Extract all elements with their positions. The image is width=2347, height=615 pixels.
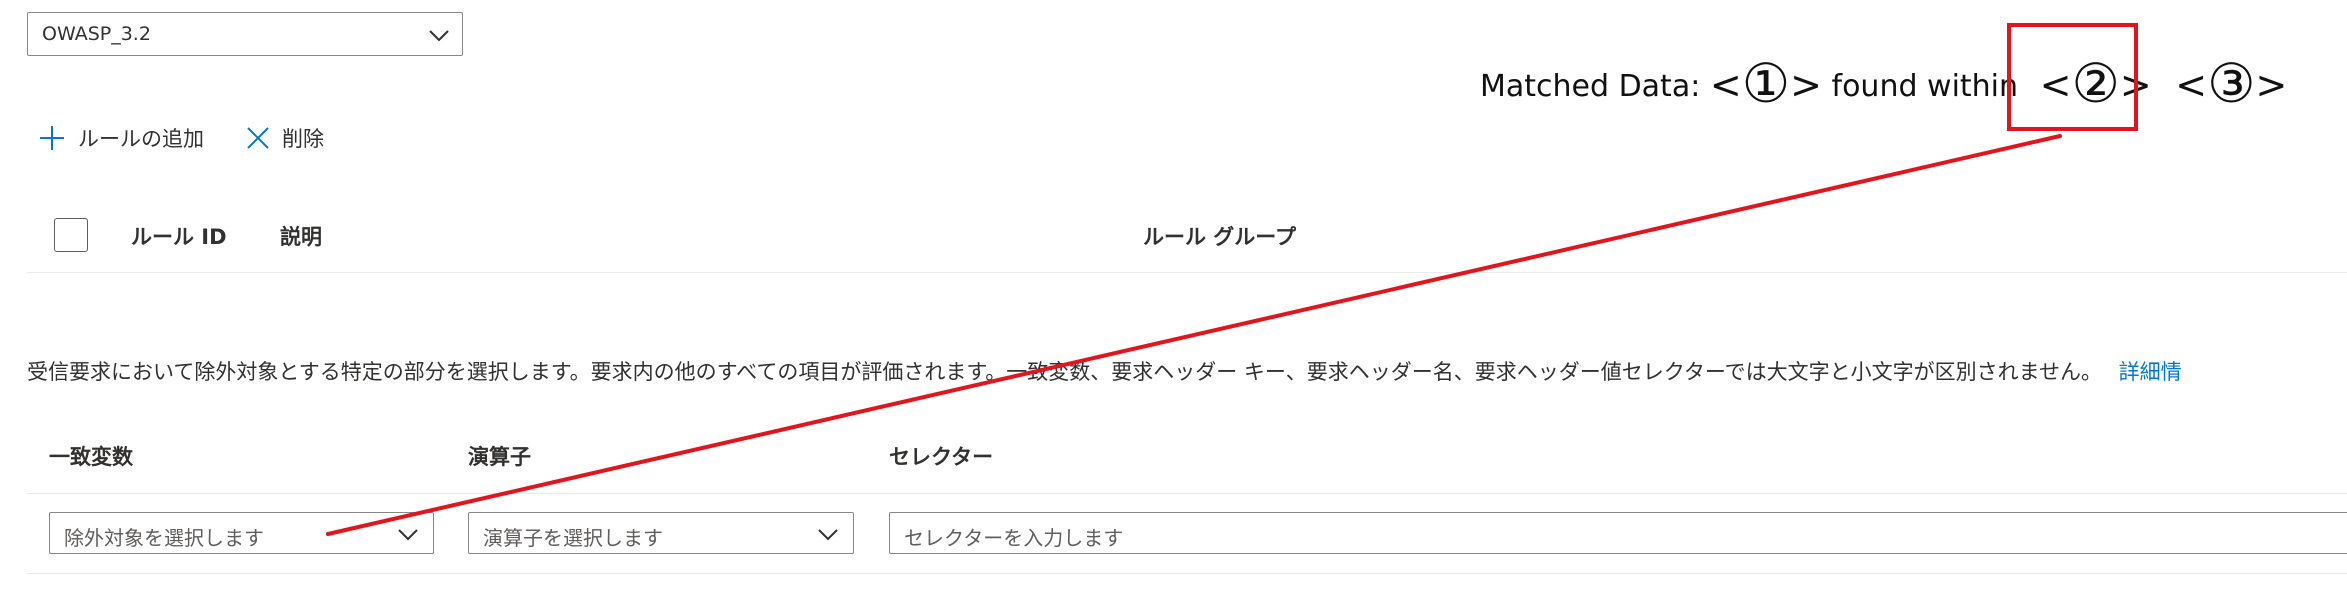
annotation-arrow-line (326, 134, 2062, 536)
